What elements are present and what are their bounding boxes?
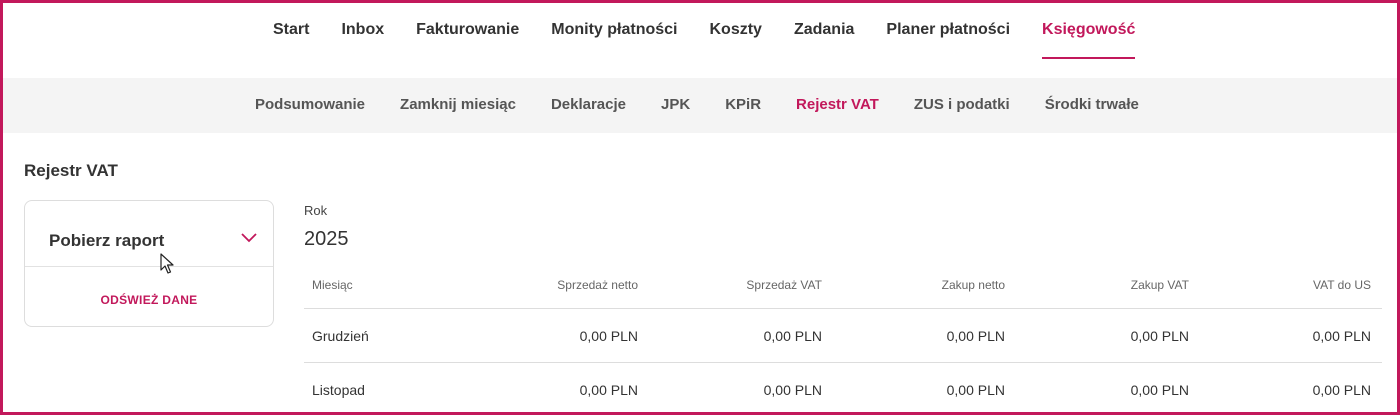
subnav-item-zamknij-miesiac[interactable]: Zamknij miesiąc: [400, 96, 516, 113]
topnav-item-monity-platnosci[interactable]: Monity płatności: [551, 21, 677, 39]
column-header-vat-due: VAT do US: [1312, 278, 1371, 292]
subnav-item-podsumowanie[interactable]: Podsumowanie: [255, 96, 365, 113]
vat-register-table: Miesiąc Sprzedaż netto Sprzedaż VAT Zaku…: [304, 265, 1382, 412]
download-report-dropdown[interactable]: Pobierz raport: [25, 201, 273, 267]
subnav-item-zus-i-podatki[interactable]: ZUS i podatki: [914, 96, 1010, 113]
cell-purchase-vat: 0,00 PLN: [1130, 328, 1189, 344]
sub-nav-items: Podsumowanie Zamknij miesiąc Deklaracje …: [255, 96, 1174, 113]
cell-purchase-net: 0,00 PLN: [946, 382, 1005, 398]
cell-vat-due: 0,00 PLN: [1312, 328, 1371, 344]
table-header: Miesiąc Sprzedaż netto Sprzedaż VAT Zaku…: [304, 265, 1382, 309]
topnav-item-start[interactable]: Start: [273, 21, 309, 39]
topnav-item-ksiegowosc[interactable]: Księgowość: [1042, 21, 1136, 59]
topnav-item-planer-platnosci[interactable]: Planer płatności: [886, 21, 1010, 39]
topnav-item-koszty[interactable]: Koszty: [710, 21, 762, 39]
subnav-item-kpir[interactable]: KPiR: [725, 96, 761, 113]
chevron-down-icon[interactable]: [241, 231, 257, 243]
cell-sales-net: 0,00 PLN: [579, 382, 638, 398]
cell-sales-vat: 0,00 PLN: [763, 328, 822, 344]
cell-vat-due: 0,00 PLN: [1312, 382, 1371, 398]
page-title: Rejestr VAT: [24, 161, 118, 180]
sub-navigation: Podsumowanie Zamknij miesiąc Deklaracje …: [3, 78, 1397, 133]
topnav-item-fakturowanie[interactable]: Fakturowanie: [416, 21, 519, 39]
app-frame: Start Inbox Fakturowanie Monity płatnośc…: [0, 0, 1400, 415]
top-nav-items: Start Inbox Fakturowanie Monity płatnośc…: [273, 21, 1167, 59]
cell-month: Grudzień: [312, 328, 369, 344]
report-card: Pobierz raport ODŚWIEŻ DANE: [24, 200, 274, 327]
year-label: Rok: [304, 203, 328, 218]
column-header-month: Miesiąc: [312, 278, 353, 292]
mouse-cursor-icon: [160, 253, 174, 274]
column-header-purchase-vat: Zakup VAT: [1130, 278, 1189, 292]
year-selector[interactable]: 2025: [304, 228, 349, 251]
table-row[interactable]: Grudzień 0,00 PLN 0,00 PLN 0,00 PLN 0,00…: [304, 309, 1382, 363]
subnav-item-deklaracje[interactable]: Deklaracje: [551, 96, 626, 113]
table-row[interactable]: Listopad 0,00 PLN 0,00 PLN 0,00 PLN 0,00…: [304, 363, 1382, 412]
column-header-sales-net: Sprzedaż netto: [557, 278, 638, 292]
topnav-item-inbox[interactable]: Inbox: [341, 21, 384, 39]
topnav-item-zadania[interactable]: Zadania: [794, 21, 854, 39]
cell-sales-vat: 0,00 PLN: [763, 382, 822, 398]
subnav-item-rejestr-vat[interactable]: Rejestr VAT: [796, 96, 879, 113]
cell-month: Listopad: [312, 382, 365, 398]
subnav-item-srodki-trwale[interactable]: Środki trwałe: [1045, 96, 1139, 113]
top-navigation: Start Inbox Fakturowanie Monity płatnośc…: [3, 3, 1397, 78]
subnav-item-jpk[interactable]: JPK: [661, 96, 690, 113]
refresh-data-button[interactable]: ODŚWIEŻ DANE: [25, 293, 273, 307]
download-report-label: Pobierz raport: [49, 231, 165, 250]
cell-purchase-net: 0,00 PLN: [946, 328, 1005, 344]
column-header-sales-vat: Sprzedaż VAT: [746, 278, 822, 292]
column-header-purchase-net: Zakup netto: [941, 278, 1005, 292]
cell-sales-net: 0,00 PLN: [579, 328, 638, 344]
cell-purchase-vat: 0,00 PLN: [1130, 382, 1189, 398]
